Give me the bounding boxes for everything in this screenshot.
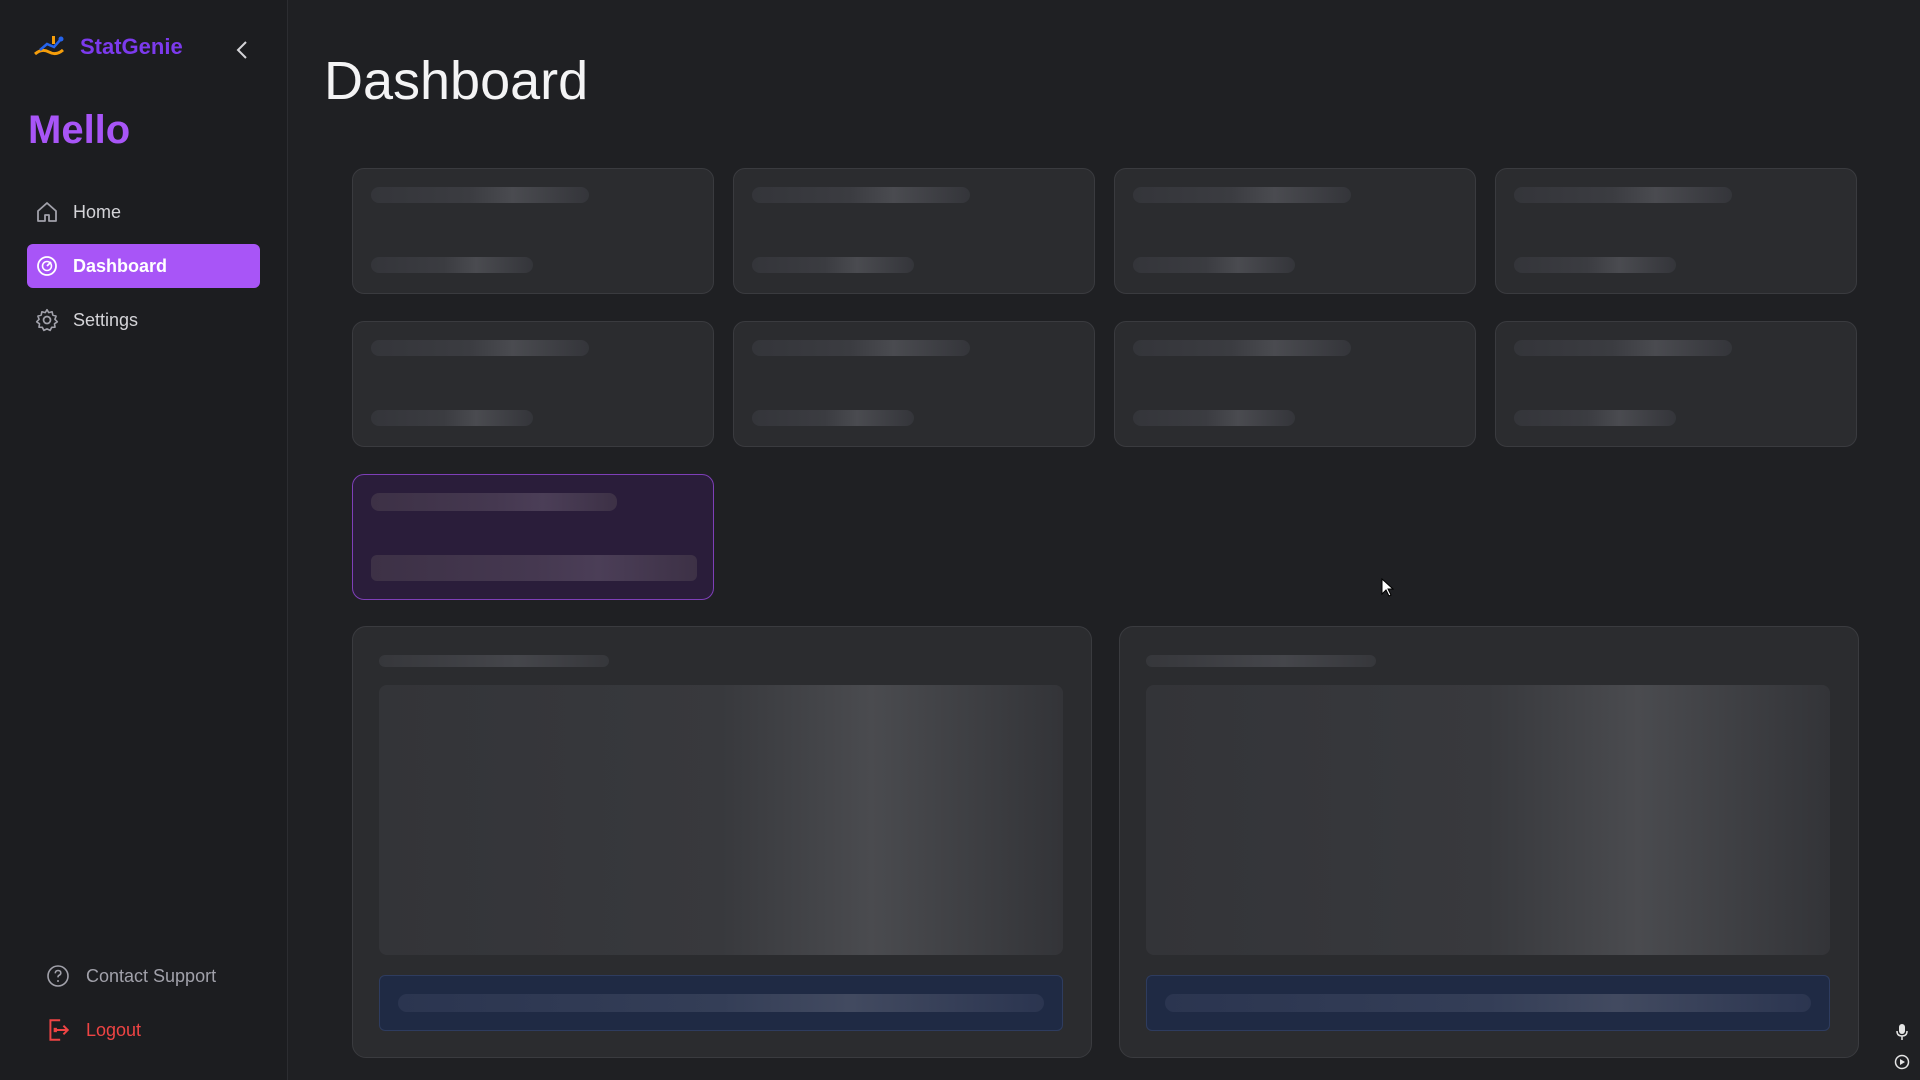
skeleton-line	[1133, 340, 1351, 356]
stat-card-skeleton	[733, 321, 1095, 447]
main-content: Dashboard	[288, 0, 1920, 1080]
sidebar-item-label: Dashboard	[73, 255, 168, 276]
contact-support-label: Contact Support	[86, 965, 217, 986]
mouse-cursor-icon	[1381, 578, 1395, 597]
skeleton-line	[752, 257, 914, 273]
action-bar-skeleton	[1146, 975, 1830, 1031]
chart-placeholder	[1146, 685, 1830, 955]
skeleton-line	[371, 187, 589, 203]
skeleton-line	[1514, 187, 1732, 203]
stat-card-skeleton	[1114, 321, 1476, 447]
skeleton-line	[1133, 410, 1295, 426]
sidebar-item-settings[interactable]: Settings	[27, 298, 260, 342]
workspace-name: Mello	[28, 108, 131, 152]
microphone-icon[interactable]	[1892, 1022, 1912, 1042]
sidebar-item-label: Home	[73, 201, 122, 222]
skeleton-line	[379, 655, 609, 667]
skeleton-line	[371, 257, 533, 273]
sidebar-item-home[interactable]: Home	[27, 190, 260, 234]
collapse-sidebar-button[interactable]	[228, 36, 256, 64]
help-circle-icon	[44, 962, 72, 990]
skeleton-line	[752, 187, 970, 203]
logout-label: Logout	[86, 1019, 142, 1040]
skeleton-line	[752, 340, 970, 356]
dashboard-gauge-icon	[33, 252, 61, 280]
skeleton-line	[752, 410, 914, 426]
sidebar-item-dashboard[interactable]: Dashboard	[27, 244, 260, 288]
skeleton-line	[371, 493, 617, 511]
skeleton-line	[1165, 994, 1811, 1012]
skeleton-line	[371, 340, 589, 356]
sidebar-footer: Contact Support Logout	[44, 956, 264, 1064]
skeleton-line	[1514, 410, 1676, 426]
skeleton-line	[371, 555, 697, 581]
skeleton-line	[1133, 257, 1295, 273]
logout-icon	[44, 1016, 72, 1044]
statgenie-logo-icon	[34, 36, 64, 56]
skeleton-line	[1514, 340, 1732, 356]
stat-card-skeleton	[352, 168, 714, 294]
skeleton-line	[1146, 655, 1376, 667]
page-title: Dashboard	[324, 51, 589, 111]
gear-icon	[33, 306, 61, 334]
sidebar-item-label: Settings	[73, 309, 139, 330]
stat-card-skeleton	[1495, 321, 1857, 447]
highlight-card-skeleton	[352, 474, 714, 600]
logout-button[interactable]: Logout	[44, 1010, 264, 1050]
skeleton-line	[1514, 257, 1676, 273]
skeleton-line	[1133, 187, 1351, 203]
sidebar-nav: Home Dashboard Settings	[27, 190, 260, 352]
action-bar-skeleton	[379, 975, 1063, 1031]
stat-card-skeleton	[1495, 168, 1857, 294]
chevron-left-icon	[236, 41, 247, 59]
chart-panel-skeleton	[1119, 626, 1859, 1058]
assistant-icon[interactable]	[1892, 1052, 1912, 1072]
skeleton-line	[398, 994, 1044, 1012]
brand[interactable]: StatGenie	[32, 30, 183, 64]
contact-support-link[interactable]: Contact Support	[44, 956, 264, 996]
home-icon	[33, 198, 61, 226]
skeleton-line	[371, 410, 533, 426]
stat-card-skeleton	[352, 321, 714, 447]
chart-placeholder	[379, 685, 1063, 955]
brand-name: StatGenie	[80, 34, 183, 59]
sidebar: StatGenie Mello Home Dashboard Settings	[0, 0, 288, 1080]
chart-panel-skeleton	[352, 626, 1092, 1058]
stat-card-skeleton	[1114, 168, 1476, 294]
stat-card-skeleton	[733, 168, 1095, 294]
